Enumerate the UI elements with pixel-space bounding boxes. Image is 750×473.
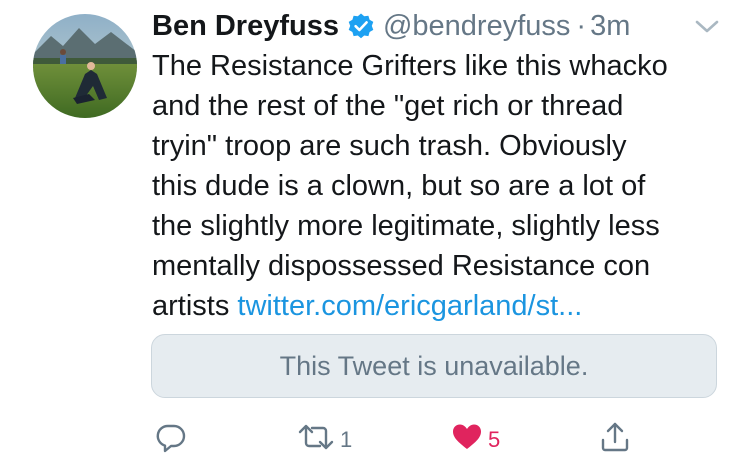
separator-dot: · <box>576 9 587 42</box>
unavailable-message: This Tweet is unavailable. <box>279 350 589 381</box>
avatar-image <box>33 14 137 118</box>
quoted-tweet-unavailable: This Tweet is unavailable. <box>151 334 717 398</box>
tweet-text-line: mentally dispossessed Resistance con <box>152 250 651 282</box>
like-button[interactable]: 5 <box>450 420 500 460</box>
share-button[interactable] <box>598 420 632 460</box>
retweet-button[interactable]: 1 <box>296 420 352 460</box>
tweet-text-line: and the rest of the "get rich or thread <box>152 90 624 122</box>
heart-icon <box>450 420 484 460</box>
retweet-icon <box>296 420 336 460</box>
display-name[interactable]: Ben Dreyfuss <box>152 10 339 43</box>
chevron-down-icon[interactable] <box>692 16 722 38</box>
tweet-text: The Resistance Grifters like this whacko… <box>152 46 732 326</box>
tweet-text-line: tryin" troop are such trash. Obviously <box>152 130 627 162</box>
tweet-link[interactable]: twitter.com/ericgarland/st... <box>237 290 582 322</box>
tweet-header: Ben Dreyfuss @bendreyfuss · 3m <box>152 6 630 46</box>
tweet-text-line: the slightly more legitimate, slightly l… <box>152 210 660 242</box>
tweet-text-line: The Resistance Grifters like this whacko <box>152 50 668 82</box>
retweet-count: 1 <box>340 427 353 452</box>
tweet[interactable]: Ben Dreyfuss @bendreyfuss · 3m The Resis… <box>0 0 750 473</box>
tweet-text-line: this dude is a clown, but so are a lot o… <box>152 170 646 202</box>
like-count: 5 <box>488 427 501 452</box>
tweet-text-fragment: artists <box>152 290 238 322</box>
verified-badge-icon <box>347 12 375 40</box>
avatar[interactable] <box>33 14 137 118</box>
handle[interactable]: @bendreyfuss <box>383 10 570 43</box>
reply-button[interactable] <box>154 420 188 460</box>
reply-icon <box>154 420 188 460</box>
tweet-actions: 1 5 <box>0 420 750 460</box>
timestamp[interactable]: 3m <box>590 10 630 43</box>
tweet-text-last-line: artists twitter.com/ericgarland/st... <box>152 286 732 326</box>
share-icon <box>598 420 632 460</box>
